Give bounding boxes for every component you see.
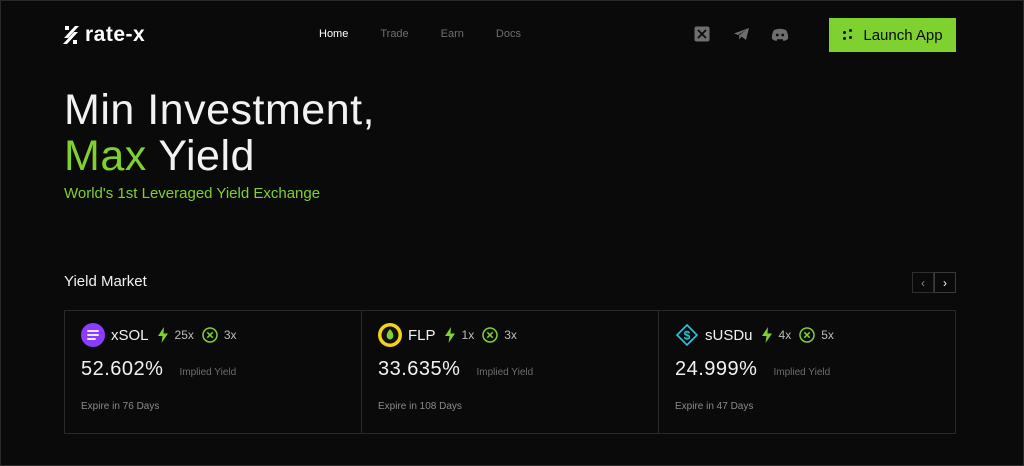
nav-home[interactable]: Home: [319, 28, 348, 40]
flp-icon: [378, 323, 402, 347]
implied-yield-label: Implied Yield: [179, 367, 237, 378]
nav-earn[interactable]: Earn: [441, 28, 464, 40]
multiplier-value: 5x: [821, 328, 834, 342]
launch-app-button[interactable]: Launch App: [829, 18, 956, 52]
x-icon[interactable]: [693, 25, 711, 43]
implied-yield-value: 52.602%: [81, 358, 164, 380]
multiplier-icon: [482, 327, 498, 343]
multiplier-value: 3x: [504, 328, 517, 342]
xsol-icon: [81, 323, 105, 347]
implied-yield-value: 24.999%: [675, 358, 758, 380]
market-card-flp[interactable]: FLP 1x 3x 33.635% Implied Yield Expire i…: [362, 311, 659, 433]
expiry-text: Expire in 108 Days: [378, 401, 462, 412]
expiry-text: Expire in 47 Days: [675, 401, 754, 412]
implied-yield-value: 33.635%: [378, 358, 461, 380]
implied-yield-label: Implied Yield: [476, 367, 534, 378]
hero-title: Min Investment, Max Yield: [64, 87, 375, 179]
brand-name: rate-x: [85, 23, 146, 46]
nav-trade[interactable]: Trade: [380, 28, 408, 40]
bolt-icon: [444, 327, 455, 343]
hero-subtitle: World's 1st Leveraged Yield Exchange: [64, 185, 321, 202]
token-name: xSOL: [111, 326, 149, 344]
implied-yield-label: Implied Yield: [773, 367, 831, 378]
yield-market-title: Yield Market: [64, 273, 147, 290]
token-name: sUSDu: [705, 326, 753, 344]
market-pager: ‹ ›: [912, 272, 956, 293]
market-card-susdu[interactable]: $ sUSDu 4x 5x 24.999% Implied Yield Expi…: [659, 311, 955, 433]
svg-text:$: $: [684, 329, 691, 343]
leverage-value: 4x: [778, 328, 792, 342]
bolt-icon: [761, 327, 772, 343]
hero-line-2: Yield: [146, 132, 255, 180]
multiplier-icon: [799, 327, 815, 343]
multiplier-value: 3x: [223, 328, 237, 342]
prev-button[interactable]: ‹: [912, 272, 934, 293]
next-button[interactable]: ›: [934, 272, 956, 293]
launch-dots-icon: [842, 29, 854, 41]
susdu-icon: $: [675, 323, 699, 347]
telegram-icon[interactable]: [732, 25, 750, 43]
page: rate-x Home Trade Earn Docs Launch App M…: [0, 0, 1024, 466]
nav-docs[interactable]: Docs: [496, 28, 521, 40]
logo[interactable]: rate-x: [63, 23, 145, 47]
market-card-xsol[interactable]: xSOL 25x 3x 52.602% Implied Yield Expire…: [65, 311, 362, 433]
rate-x-logo-icon: [63, 26, 79, 44]
hero-accent: Max: [64, 132, 147, 180]
token-name: FLP: [408, 326, 436, 344]
main-nav: Home Trade Earn Docs: [319, 28, 521, 40]
expiry-text: Expire in 76 Days: [81, 401, 160, 412]
hero-line-1: Min Investment,: [64, 86, 375, 134]
leverage-value: 1x: [461, 328, 475, 342]
yield-market-cards: xSOL 25x 3x 52.602% Implied Yield Expire…: [64, 310, 956, 434]
launch-app-label: Launch App: [863, 26, 943, 44]
bolt-icon: [157, 327, 168, 343]
multiplier-icon: [202, 327, 218, 343]
leverage-value: 25x: [174, 328, 194, 342]
social-links: [693, 25, 789, 43]
discord-icon[interactable]: [771, 25, 789, 43]
